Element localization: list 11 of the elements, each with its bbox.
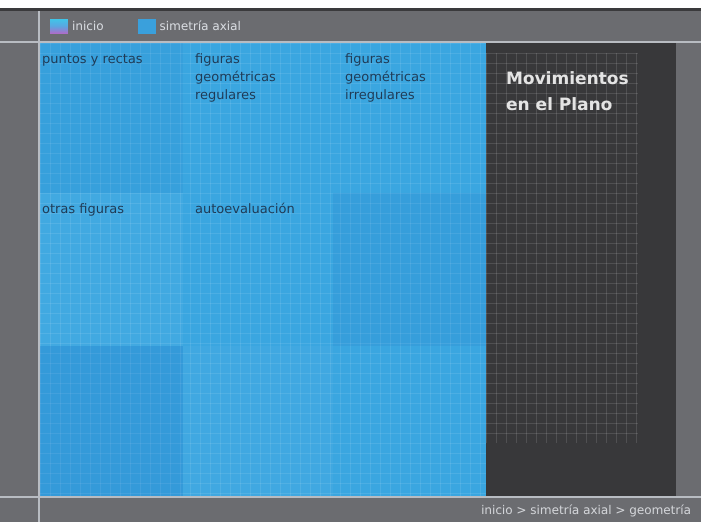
menu-tile[interactable]: figuras geométricas irregulares (333, 43, 447, 193)
nav-link[interactable]: simetría axial (138, 18, 241, 34)
nav-link[interactable]: inicio (50, 18, 104, 34)
menu-tile[interactable]: autoevaluación (183, 193, 333, 346)
breadcrumb: inicio > simetría axial > geometría (481, 503, 691, 517)
square-icon (50, 18, 68, 34)
menu-tile[interactable]: otras figuras (40, 193, 183, 346)
menu-tile[interactable]: puntos y rectas (40, 43, 183, 193)
panel-title: Movimientos en el Plano (506, 68, 630, 116)
menu-tile[interactable]: figuras geométricas regulares (183, 43, 297, 193)
square-icon (138, 18, 156, 34)
